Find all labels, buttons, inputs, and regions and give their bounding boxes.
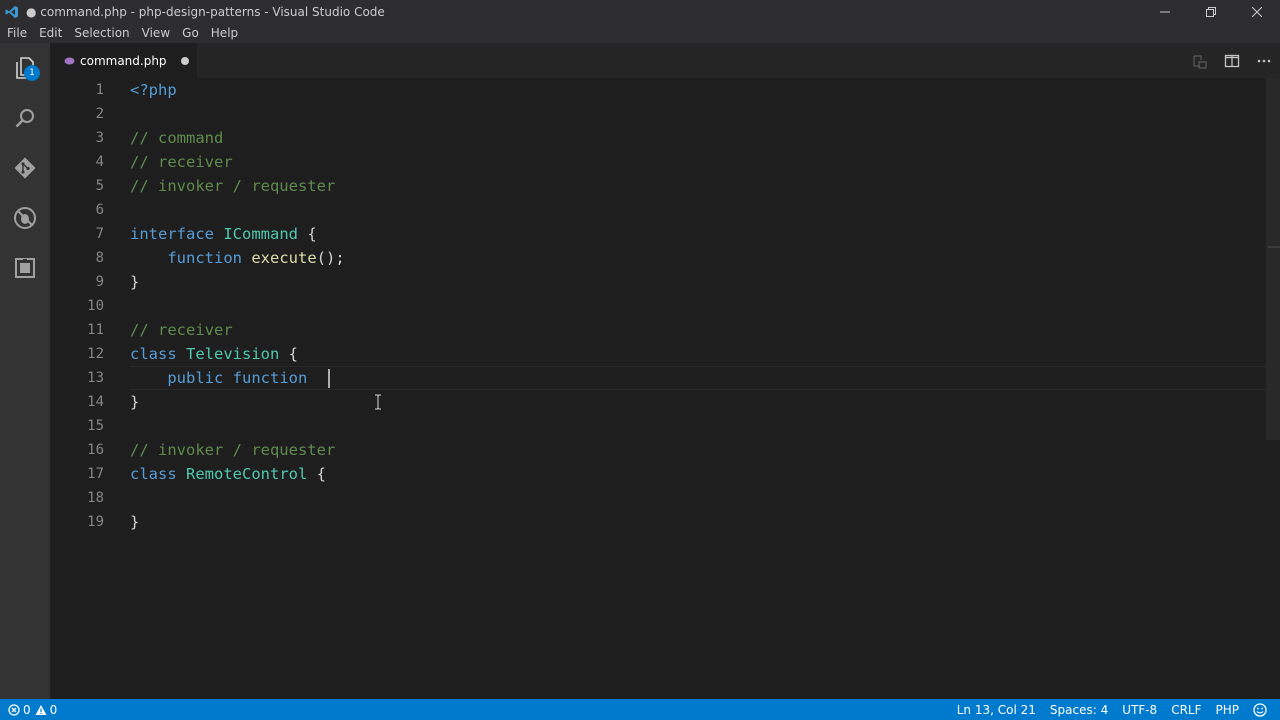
menu-bar: File Edit Selection View Go Help bbox=[0, 23, 1280, 43]
menu-edit[interactable]: Edit bbox=[33, 23, 68, 43]
extensions-button[interactable] bbox=[0, 243, 50, 293]
php-file-icon bbox=[64, 57, 75, 64]
tab-command-php[interactable]: command.php bbox=[50, 43, 197, 78]
title-bar: ● command.php - php-design-patterns - Vi… bbox=[0, 0, 1280, 23]
code-line: function execute(); bbox=[167, 249, 345, 267]
menu-help[interactable]: Help bbox=[205, 23, 244, 43]
code-line: // invoker / requester bbox=[130, 441, 336, 459]
menu-selection[interactable]: Selection bbox=[68, 23, 135, 43]
line-number: 9 bbox=[95, 274, 104, 290]
menu-go[interactable]: Go bbox=[176, 23, 205, 43]
more-actions-icon[interactable] bbox=[1248, 43, 1280, 78]
code-line: class RemoteControl { bbox=[130, 465, 327, 483]
scrollbar-thumb[interactable] bbox=[1266, 78, 1280, 440]
close-icon[interactable] bbox=[1234, 0, 1280, 23]
explorer-button[interactable]: 1 bbox=[0, 43, 50, 93]
error-icon bbox=[8, 703, 20, 716]
line-number: 2 bbox=[95, 106, 104, 122]
code-line: // command bbox=[130, 129, 224, 147]
line-number: 7 bbox=[95, 226, 104, 242]
code-line: class Television { bbox=[130, 345, 299, 363]
line-number: 1 bbox=[95, 82, 104, 98]
activity-bar: 1 bbox=[0, 43, 50, 699]
status-bar: 0 0 Ln 13, Col 21 Spaces: 4 UTF-8 CRLF P… bbox=[0, 699, 1280, 720]
code-line: // invoker / requester bbox=[130, 177, 336, 195]
code-line: // receiver bbox=[130, 321, 233, 339]
code-line: public function bbox=[167, 369, 308, 387]
problems-indicator[interactable]: 0 0 bbox=[8, 703, 68, 717]
line-number: 13 bbox=[87, 370, 104, 386]
line-number: 14 bbox=[87, 394, 104, 410]
code-line: } bbox=[130, 393, 140, 411]
text-cursor bbox=[328, 369, 330, 388]
editor-tabs: command.php bbox=[50, 43, 1280, 78]
line-number: 6 bbox=[95, 202, 104, 218]
code-line: } bbox=[130, 273, 140, 291]
minimize-icon[interactable] bbox=[1142, 0, 1188, 23]
window-title: ● command.php - php-design-patterns - Vi… bbox=[26, 4, 385, 19]
tab-label: command.php bbox=[80, 53, 167, 68]
git-icon bbox=[14, 157, 36, 179]
line-number: 3 bbox=[95, 130, 104, 146]
vertical-scrollbar[interactable] bbox=[1266, 78, 1280, 699]
code-editor[interactable]: 1 2 3 4 5 6 7 8 9 10 11 12 13 14 15 16 1… bbox=[50, 78, 1280, 699]
debug-button[interactable] bbox=[0, 193, 50, 243]
explorer-badge: 1 bbox=[24, 65, 40, 81]
menu-file[interactable]: File bbox=[1, 23, 33, 43]
scrollbar-cursor-marker bbox=[1268, 246, 1280, 248]
indentation[interactable]: Spaces: 4 bbox=[1043, 703, 1115, 717]
line-number: 8 bbox=[95, 250, 104, 266]
search-icon bbox=[15, 109, 34, 128]
line-number: 10 bbox=[87, 298, 104, 314]
menu-view[interactable]: View bbox=[136, 23, 176, 43]
open-changes-icon[interactable] bbox=[1184, 43, 1216, 78]
code-line: <?php bbox=[130, 81, 177, 99]
error-count: 0 bbox=[23, 702, 31, 717]
language-mode[interactable]: PHP bbox=[1209, 703, 1247, 717]
line-number: 17 bbox=[87, 466, 104, 482]
vscode-logo-icon bbox=[0, 0, 24, 23]
cursor-position[interactable]: Ln 13, Col 21 bbox=[950, 703, 1043, 717]
line-number: 19 bbox=[87, 514, 104, 530]
encoding[interactable]: UTF-8 bbox=[1115, 703, 1164, 717]
feedback-smiley-icon[interactable] bbox=[1246, 702, 1274, 717]
warning-count: 0 bbox=[49, 702, 58, 717]
restore-icon[interactable] bbox=[1188, 0, 1234, 23]
extensions-icon bbox=[15, 258, 35, 278]
search-button[interactable] bbox=[0, 93, 50, 143]
mouse-ibeam-icon bbox=[374, 394, 382, 410]
line-number: 18 bbox=[87, 490, 104, 506]
code-line: } bbox=[130, 513, 140, 531]
warning-icon bbox=[35, 704, 47, 715]
split-editor-icon[interactable] bbox=[1216, 43, 1248, 78]
line-number: 5 bbox=[95, 178, 104, 194]
line-ending[interactable]: CRLF bbox=[1164, 703, 1208, 717]
line-number: 4 bbox=[95, 154, 104, 170]
code-line: interface ICommand { bbox=[130, 225, 317, 243]
unsaved-dot-icon[interactable] bbox=[180, 56, 189, 65]
line-number-gutter: 1 2 3 4 5 6 7 8 9 10 11 12 13 14 15 16 1… bbox=[50, 78, 130, 699]
code-line: // receiver bbox=[130, 153, 233, 171]
debug-icon bbox=[14, 207, 36, 229]
line-number: 11 bbox=[87, 322, 104, 338]
line-number: 15 bbox=[87, 418, 104, 434]
line-number: 12 bbox=[87, 346, 104, 362]
line-number: 16 bbox=[87, 442, 104, 458]
source-control-button[interactable] bbox=[0, 143, 50, 193]
